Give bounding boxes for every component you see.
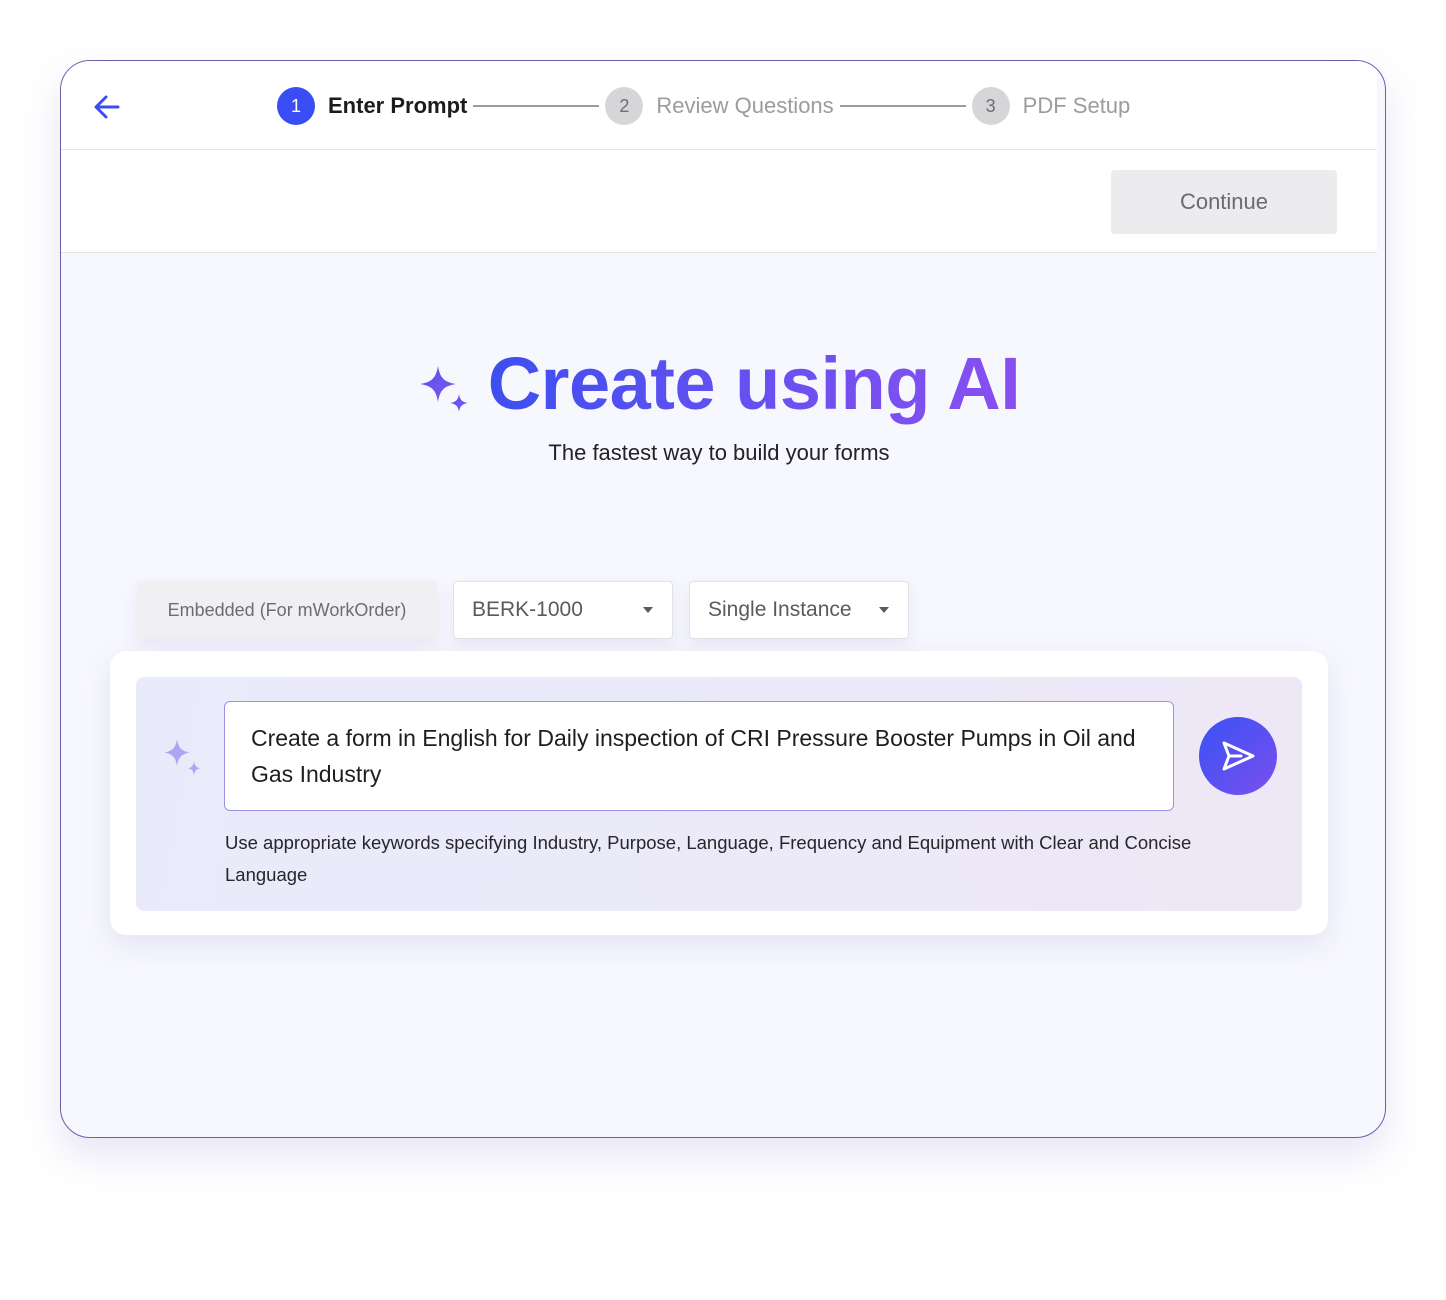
step-label: Enter Prompt [328,93,468,118]
header-bar: 1 Enter Prompt 2 Review Questions 3 PDF … [61,61,1377,150]
step-number: 1 [277,87,315,125]
step-connector [839,105,966,107]
caret-down-icon [643,607,653,613]
hero-section: Create using AI The fastest way to build… [61,341,1377,466]
app-window: 1 Enter Prompt 2 Review Questions 3 PDF … [60,60,1386,1138]
instance-dropdown[interactable]: Single Instance [689,581,909,639]
step-review-questions[interactable]: 2 Review Questions [605,87,834,125]
continue-button[interactable]: Continue [1111,170,1337,234]
sparkle-icon [164,739,201,776]
send-icon [1222,741,1255,771]
prompt-input[interactable]: Create a form in English for Daily inspe… [224,701,1174,811]
asset-dropdown[interactable]: BERK-1000 [453,581,673,639]
form-options: Embedded (For mWorkOrder) BERK-1000 Sing… [137,581,909,639]
step-label: PDF Setup [1022,93,1131,118]
step-pdf-setup[interactable]: 3 PDF Setup [971,87,1131,125]
prompt-hint: Use appropriate keywords specifying Indu… [225,832,1192,885]
step-number: 3 [971,87,1010,125]
page-title: Create using AI [487,342,1021,425]
prompt-panel: Create a form in English for Daily inspe… [136,677,1302,911]
embedded-chip[interactable]: Embedded (For mWorkOrder) [137,581,437,639]
step-number: 2 [605,87,644,125]
page-subtitle: The fastest way to build your forms [548,440,890,465]
instance-dropdown-value: Single Instance [708,598,852,621]
step-label: Review Questions [656,93,834,118]
action-bar: Continue [61,150,1377,253]
asset-dropdown-value: BERK-1000 [472,598,583,621]
step-enter-prompt[interactable]: 1 Enter Prompt [277,87,467,125]
stepper: 1 Enter Prompt 2 Review Questions 3 PDF … [277,86,1130,126]
caret-down-icon [879,607,889,613]
hero-title-row: Create using AI [61,341,1377,426]
step-connector [473,105,600,107]
send-button[interactable] [1199,717,1277,795]
prompt-card: Create a form in English for Daily inspe… [110,651,1328,935]
sparkle-icon [419,365,468,412]
arrow-left-icon[interactable] [91,91,123,123]
